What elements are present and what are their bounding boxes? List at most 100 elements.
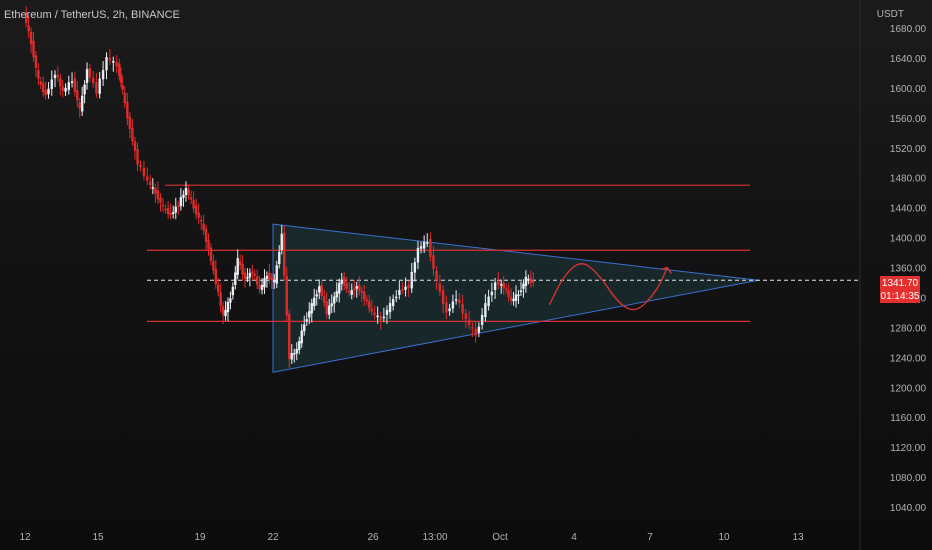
candle-body	[458, 299, 461, 304]
candle-body	[404, 286, 407, 290]
y-tick-label: 1080.00	[890, 473, 927, 484]
candle-body	[118, 63, 121, 76]
candle-body	[37, 70, 40, 79]
candle-body	[340, 279, 343, 284]
candle-body	[429, 239, 432, 257]
candle-body	[441, 290, 445, 305]
candle-body	[50, 79, 53, 89]
candle-body	[212, 261, 215, 271]
candle-body	[164, 208, 167, 211]
candle-body	[61, 86, 64, 91]
candle-body	[131, 127, 134, 142]
candle-body	[471, 327, 474, 329]
candle-body	[121, 85, 124, 90]
candle-body	[226, 301, 230, 313]
y-tick-label: 1520.00	[890, 144, 927, 155]
y-tick-label: 1200.00	[890, 383, 927, 394]
candle-body	[320, 285, 323, 296]
candle-body	[368, 301, 371, 309]
candle-body	[217, 284, 220, 292]
candle-body	[512, 298, 515, 302]
candle-body	[480, 314, 484, 325]
candle-body	[207, 240, 210, 249]
candle-body	[73, 78, 77, 93]
candle-body	[358, 285, 361, 291]
candle-body	[219, 292, 222, 306]
candle-body	[88, 68, 92, 78]
candle-body	[308, 311, 311, 318]
candle-body	[298, 341, 301, 350]
candle-body	[500, 284, 503, 286]
candle-body	[360, 291, 363, 293]
candle-body	[85, 69, 89, 83]
candle-body	[27, 25, 30, 32]
candle-body	[445, 302, 448, 313]
candle-body	[253, 273, 256, 276]
candle-body	[474, 328, 477, 336]
candle-body	[154, 187, 157, 194]
candle-body	[288, 313, 291, 360]
candle-body	[224, 309, 227, 317]
candle-body	[348, 290, 351, 293]
candle-body	[275, 265, 278, 284]
candle-body	[139, 164, 142, 168]
candle-body	[305, 319, 308, 322]
price-chart[interactable]: 1680.00 1640.00 1600.00 1560.00 1520.00 1480.…	[0, 0, 932, 550]
chart-title: Ethereum / TetherUS, 2h, BINANCE	[4, 9, 180, 21]
candle-body	[229, 298, 232, 303]
candle-body	[101, 70, 105, 80]
candle-body	[438, 283, 442, 292]
y-tick-label: 1240.00	[890, 353, 927, 364]
candle-body	[514, 294, 518, 301]
candle-body	[70, 81, 74, 84]
candle-body	[112, 61, 115, 63]
candle-body	[161, 204, 165, 207]
candle-body	[194, 205, 198, 215]
candle-body	[484, 303, 487, 318]
candle-body	[426, 242, 429, 244]
candle-body	[451, 301, 455, 309]
candle-body	[156, 190, 160, 200]
candle-body	[353, 288, 356, 291]
candle-body	[182, 194, 185, 198]
candle-body	[376, 315, 379, 318]
candle-body	[270, 277, 273, 280]
candle-body	[146, 176, 149, 181]
candle-body	[410, 271, 413, 289]
y-tick-label: 1480.00	[890, 174, 927, 185]
candle-body	[382, 316, 386, 319]
candle-body	[76, 90, 79, 101]
candle-body	[251, 271, 254, 274]
x-tick-label: Oct	[492, 532, 508, 543]
candle-body	[379, 316, 382, 321]
candle-body	[517, 294, 520, 297]
candle-body	[133, 141, 137, 151]
x-tick-label: 7	[647, 532, 653, 543]
y-tick-label: 1040.00	[890, 503, 927, 514]
candle-body	[355, 286, 358, 289]
candle-body	[419, 246, 423, 249]
y-tick-label: 1400.00	[890, 234, 927, 245]
candle-body	[42, 83, 45, 93]
candle-body	[313, 297, 316, 307]
candle-body	[338, 283, 341, 294]
candle-body	[214, 268, 218, 285]
candle-body	[467, 319, 471, 325]
candle-body	[407, 285, 410, 289]
candle-body	[477, 326, 481, 333]
candle-body	[142, 167, 146, 177]
candle-body	[115, 61, 118, 67]
candle-body	[280, 233, 283, 251]
candle-body	[95, 81, 98, 94]
candle-body	[166, 207, 170, 215]
candle-body	[370, 308, 373, 312]
candle-body	[303, 324, 306, 332]
candle-body	[300, 330, 303, 344]
candle-body	[509, 297, 513, 301]
candle-body	[238, 261, 242, 266]
candle-body	[177, 205, 180, 207]
candle-body	[325, 301, 328, 315]
candle-body	[209, 247, 213, 261]
candle-body	[149, 181, 152, 186]
candle-body	[373, 312, 376, 315]
